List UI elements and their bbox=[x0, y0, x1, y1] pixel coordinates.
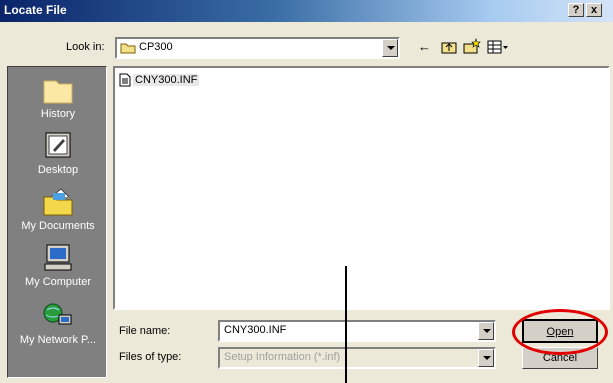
history-icon bbox=[43, 80, 73, 104]
place-label: Desktop bbox=[37, 164, 79, 176]
my-documents-icon bbox=[43, 188, 73, 216]
files-of-type-value: Setup Information (*.inf) bbox=[224, 351, 341, 363]
place-label: My Computer bbox=[24, 276, 92, 288]
desktop-icon bbox=[45, 132, 71, 158]
place-desktop[interactable]: Desktop bbox=[8, 131, 108, 176]
place-label: My Network P... bbox=[19, 334, 97, 346]
new-folder-icon[interactable] bbox=[463, 38, 481, 55]
file-name-value: CNY300.INF bbox=[224, 324, 287, 336]
files-of-type-label: Files of type: bbox=[119, 351, 182, 363]
file-list[interactable]: CNY300.INF bbox=[113, 66, 610, 310]
files-of-type-select[interactable]: Setup Information (*.inf) bbox=[218, 347, 496, 369]
places-bar: History Desktop My Documents My Computer… bbox=[7, 66, 107, 378]
file-name: CNY300.INF bbox=[133, 74, 200, 86]
dialog-title: Locate File bbox=[4, 3, 67, 17]
callout-line bbox=[345, 266, 347, 383]
files-of-type-dropdown-button[interactable] bbox=[478, 349, 494, 367]
look-in-value: CP300 bbox=[139, 41, 173, 53]
help-button[interactable]: ? bbox=[568, 3, 584, 17]
file-name-label: File name: bbox=[119, 325, 171, 337]
look-in-label: Look in: bbox=[66, 41, 105, 53]
place-label: My Documents bbox=[21, 220, 95, 232]
look-in-dropdown-button[interactable] bbox=[382, 39, 398, 57]
place-my-computer[interactable]: My Computer bbox=[8, 243, 108, 288]
view-menu-icon[interactable] bbox=[487, 39, 509, 55]
folder-icon bbox=[120, 43, 136, 54]
open-button-highlight bbox=[512, 309, 608, 355]
place-my-network-places[interactable]: My Network P... bbox=[8, 301, 108, 346]
locate-file-dialog: Locate File ? x Look in: CP300 ← History… bbox=[0, 0, 613, 383]
file-name-dropdown-button[interactable] bbox=[478, 322, 494, 340]
title-bar: Locate File ? x bbox=[0, 0, 613, 22]
file-list-item[interactable]: CNY300.INF bbox=[119, 72, 200, 88]
place-label: History bbox=[40, 108, 76, 120]
file-name-input[interactable]: CNY300.INF bbox=[218, 320, 496, 342]
back-arrow-icon[interactable]: ← bbox=[418, 40, 431, 54]
my-network-places-icon bbox=[43, 303, 72, 325]
inf-file-icon bbox=[119, 73, 131, 87]
my-computer-icon bbox=[44, 244, 72, 271]
look-in-combo[interactable]: CP300 bbox=[115, 37, 400, 59]
up-one-level-icon[interactable] bbox=[441, 39, 457, 55]
place-my-documents[interactable]: My Documents bbox=[8, 187, 108, 232]
close-button[interactable]: x bbox=[586, 3, 602, 17]
place-history[interactable]: History bbox=[8, 75, 108, 120]
